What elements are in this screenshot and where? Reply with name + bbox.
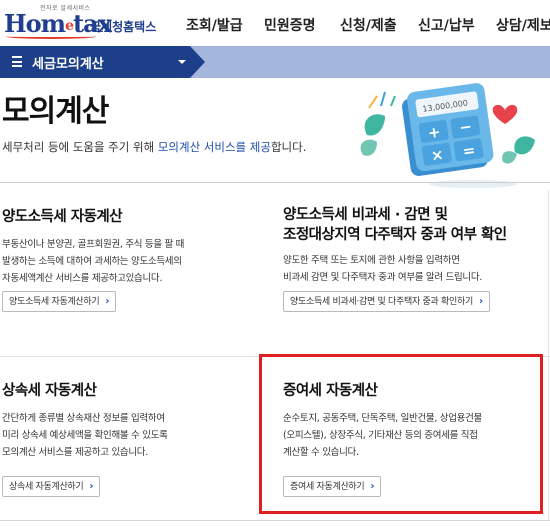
page-description: 세무처리 등에 도움을 주기 위해 모의계산 서비스를 제공합니다.	[2, 140, 307, 154]
current-menu-dropdown[interactable]: 세금모의계산	[0, 46, 205, 78]
leaf-icon	[364, 114, 385, 136]
gnb-item-certificates[interactable]: 민원증명	[264, 15, 316, 35]
inheritance-calc-button[interactable]: 상속세 자동계산하기 ›	[2, 476, 101, 497]
card-description: 간단하게 종류별 상속재산 정보를 입력하여 미리 상속세 예상세액을 확인해볼…	[2, 413, 168, 458]
bottom-divider	[0, 520, 550, 521]
chevron-right-icon: ›	[478, 296, 483, 307]
page-title: 모의계산	[2, 94, 109, 129]
hometax-logo[interactable]: 전자로 알세서비스 Hometax 국세청홈택스	[2, 2, 162, 42]
current-menu-label: 세금모의계산	[32, 57, 104, 72]
column-edge	[548, 190, 549, 520]
gnb-item-report-pay[interactable]: 신고/납부	[418, 15, 475, 35]
svg-text:+: +	[427, 123, 442, 143]
sub-navigation-bar: 세금모의계산	[0, 46, 550, 78]
site-header: 전자로 알세서비스 Hometax 국세청홈택스 조회/발급 민원증명 신청/제…	[0, 0, 550, 46]
chevron-right-icon: ›	[105, 296, 110, 307]
caret-down-icon	[178, 60, 186, 64]
logo-korean-name: 국세청홈택스	[90, 20, 157, 34]
svg-text:−: −	[458, 117, 473, 137]
svg-text:=: =	[462, 141, 477, 161]
calculator-illustration: 13,000,000 + − × =	[360, 83, 535, 188]
svg-text:×: ×	[430, 145, 445, 165]
gnb-item-lookup[interactable]: 조회/발급	[186, 15, 243, 35]
card-title: 상속세 자동계산	[2, 383, 97, 399]
card-description: 부동산이나 분양권, 골프회원권, 주식 등을 팔 때 발생하는 소득에 대하여…	[2, 239, 185, 284]
menu-icon	[12, 56, 22, 67]
chevron-right-icon: ›	[89, 481, 94, 492]
card-title-line2: 조정대상지역 다주택자 중과 여부 확인	[283, 227, 507, 243]
highlight-annotation-box	[259, 354, 543, 514]
gnb-item-apply[interactable]: 신청/제출	[340, 15, 397, 35]
card-title: 양도소득세 자동계산	[2, 209, 123, 225]
capital-gains-calc-button[interactable]: 양도소득세 자동계산하기 ›	[2, 291, 117, 312]
heart-icon	[492, 104, 518, 124]
logo-swoosh	[6, 34, 96, 39]
card-description: 양도한 주택 또는 토지에 관한 사항을 입력하면 비과세 감면 및 다주택자 …	[283, 255, 482, 283]
card-title: 양도소득세 비과세 · 감면 및	[283, 207, 448, 223]
section-divider	[0, 182, 550, 183]
exemption-check-button[interactable]: 양도소득세 비과세·감면 및 다주택자 중과 확인하기 ›	[283, 291, 490, 312]
gnb-item-consult[interactable]: 상담/제보	[496, 15, 550, 35]
